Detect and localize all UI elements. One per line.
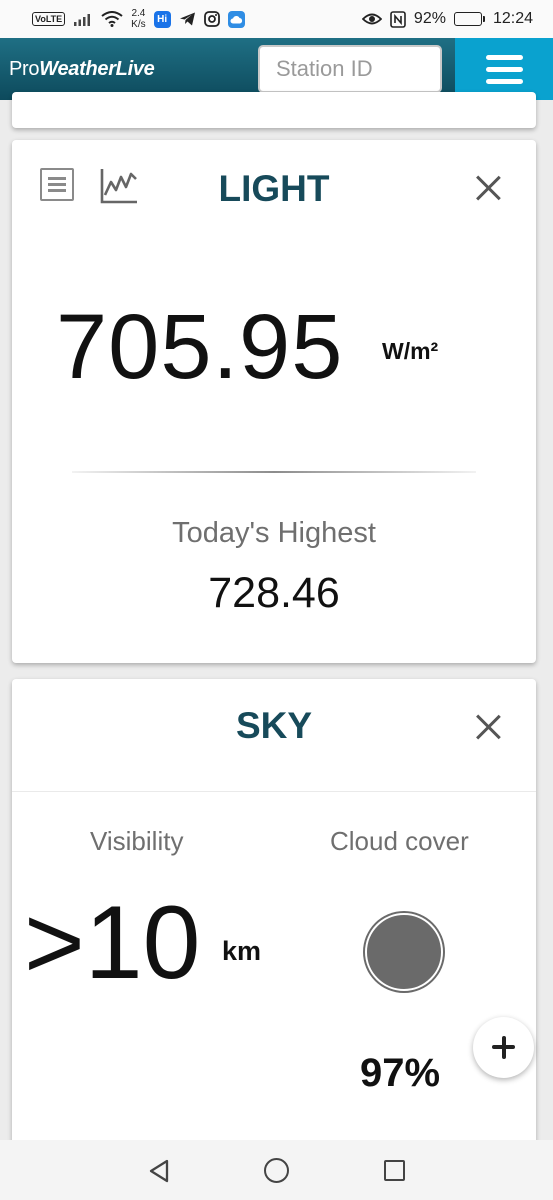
divider xyxy=(72,471,476,473)
light-value: 705.95 xyxy=(56,296,344,398)
cloud-cover-icon xyxy=(365,913,443,991)
close-icon[interactable] xyxy=(474,713,502,741)
logo-prefix: Pro xyxy=(9,57,40,80)
nfc-icon xyxy=(390,10,406,28)
net-speed-value: 2.4 xyxy=(131,8,146,19)
back-icon[interactable] xyxy=(148,1159,170,1183)
light-title: LIGHT xyxy=(218,168,330,209)
app-logo[interactable]: ProWeatherLive xyxy=(9,58,155,81)
hi-app-icon: Hi xyxy=(153,10,171,28)
highest-label: Today's Highest xyxy=(172,517,376,549)
home-icon[interactable] xyxy=(264,1158,289,1183)
add-widget-button[interactable] xyxy=(473,1017,534,1078)
net-speed: 2.4 K/s xyxy=(131,8,145,30)
highest-value: 728.46 xyxy=(208,569,340,617)
menu-button[interactable] xyxy=(455,38,553,100)
status-left: VoLTE 2.4 K/s Hi xyxy=(32,8,245,30)
instagram-icon xyxy=(203,11,220,27)
sky-title: SKY xyxy=(235,705,313,746)
wifi-icon xyxy=(101,11,123,27)
battery-percent: 92% xyxy=(413,10,446,27)
station-id-input[interactable] xyxy=(258,45,442,93)
clock: 12:24 xyxy=(492,10,533,27)
sky-card: SKY Visibility Cloud cover >10 km 97% xyxy=(12,679,536,1159)
cloud-icon xyxy=(227,10,245,28)
light-card: LIGHT 705.95 W/m² Today's Highest 728.46 xyxy=(12,140,536,663)
volte-icon: VoLTE xyxy=(32,12,66,26)
telegram-icon xyxy=(179,12,195,26)
battery-icon xyxy=(453,12,485,26)
previous-card xyxy=(12,92,536,128)
hamburger-icon xyxy=(485,54,523,60)
system-nav-bar xyxy=(0,1140,553,1200)
cloud-cover-label: Cloud cover xyxy=(330,826,469,856)
status-bar: VoLTE 2.4 K/s Hi 92% 12:24 xyxy=(0,0,553,38)
eye-icon xyxy=(361,13,382,25)
status-right: 92% 12:24 xyxy=(361,10,533,28)
app-header: ProWeatherLive xyxy=(0,38,553,100)
logo-suffix: WeatherLive xyxy=(39,57,155,80)
signal-icon xyxy=(74,14,91,26)
cloud-cover-value: 97% xyxy=(360,1051,441,1095)
divider xyxy=(12,791,536,792)
visibility-unit: km xyxy=(222,936,262,966)
visibility-value: >10 xyxy=(24,885,201,1001)
visibility-label: Visibility xyxy=(90,826,184,856)
light-unit: W/m² xyxy=(382,338,439,364)
net-speed-unit: K/s xyxy=(131,19,146,30)
recents-icon[interactable] xyxy=(384,1160,405,1181)
close-icon[interactable] xyxy=(474,174,502,202)
